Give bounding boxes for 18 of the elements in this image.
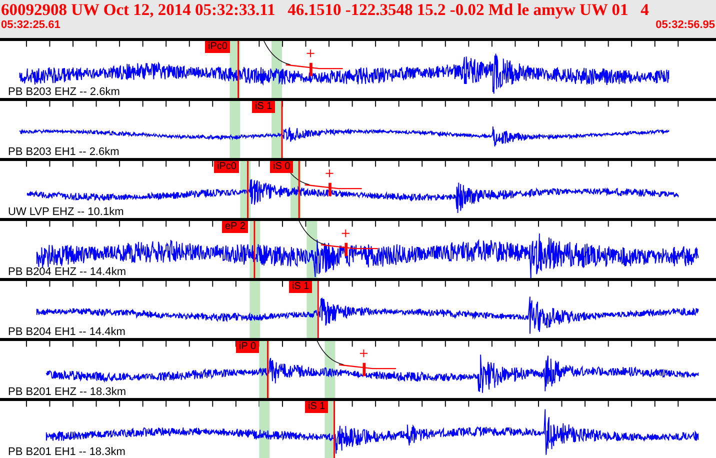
phase-pick-label[interactable]: iS 0 xyxy=(270,161,294,173)
start-time: 05:32:25.61 xyxy=(1,19,60,31)
station-label: UW LVP EHZ -- 10.1km xyxy=(8,206,124,218)
station-label: PB B204 EH1 -- 14.4km xyxy=(8,326,126,338)
phase-pick-label[interactable]: iS 1 xyxy=(305,401,328,413)
phase-pick-label[interactable]: iS 1 xyxy=(289,281,312,293)
station-label: PB B201 EH1 -- 18.3km xyxy=(8,446,126,458)
station-label: PB B201 EHZ -- 18.3km xyxy=(8,386,126,398)
station-label: PB B203 EHZ -- 2.6km xyxy=(8,86,120,98)
phase-pick-label[interactable]: iS 1 xyxy=(252,101,276,113)
phase-pick-label[interactable]: iP 0 xyxy=(236,341,260,353)
station-label: PB B203 EH1 -- 2.6km xyxy=(8,146,120,158)
phase-pick-label[interactable]: eP 2 xyxy=(222,221,248,233)
event-summary: 60092908 UW Oct 12, 2014 05:32:33.11 46.1510 -122.3548 15.2 -0.02 Md le amyw UW 01 4 xyxy=(1,0,650,19)
phase-pick-label[interactable]: iPc0 xyxy=(205,41,230,53)
phase-pick-label[interactable]: iPc0 xyxy=(214,161,240,173)
end-time: 05:32:56.95 xyxy=(656,19,715,31)
station-label: PB B204 EHZ -- 14.4km xyxy=(8,266,126,278)
